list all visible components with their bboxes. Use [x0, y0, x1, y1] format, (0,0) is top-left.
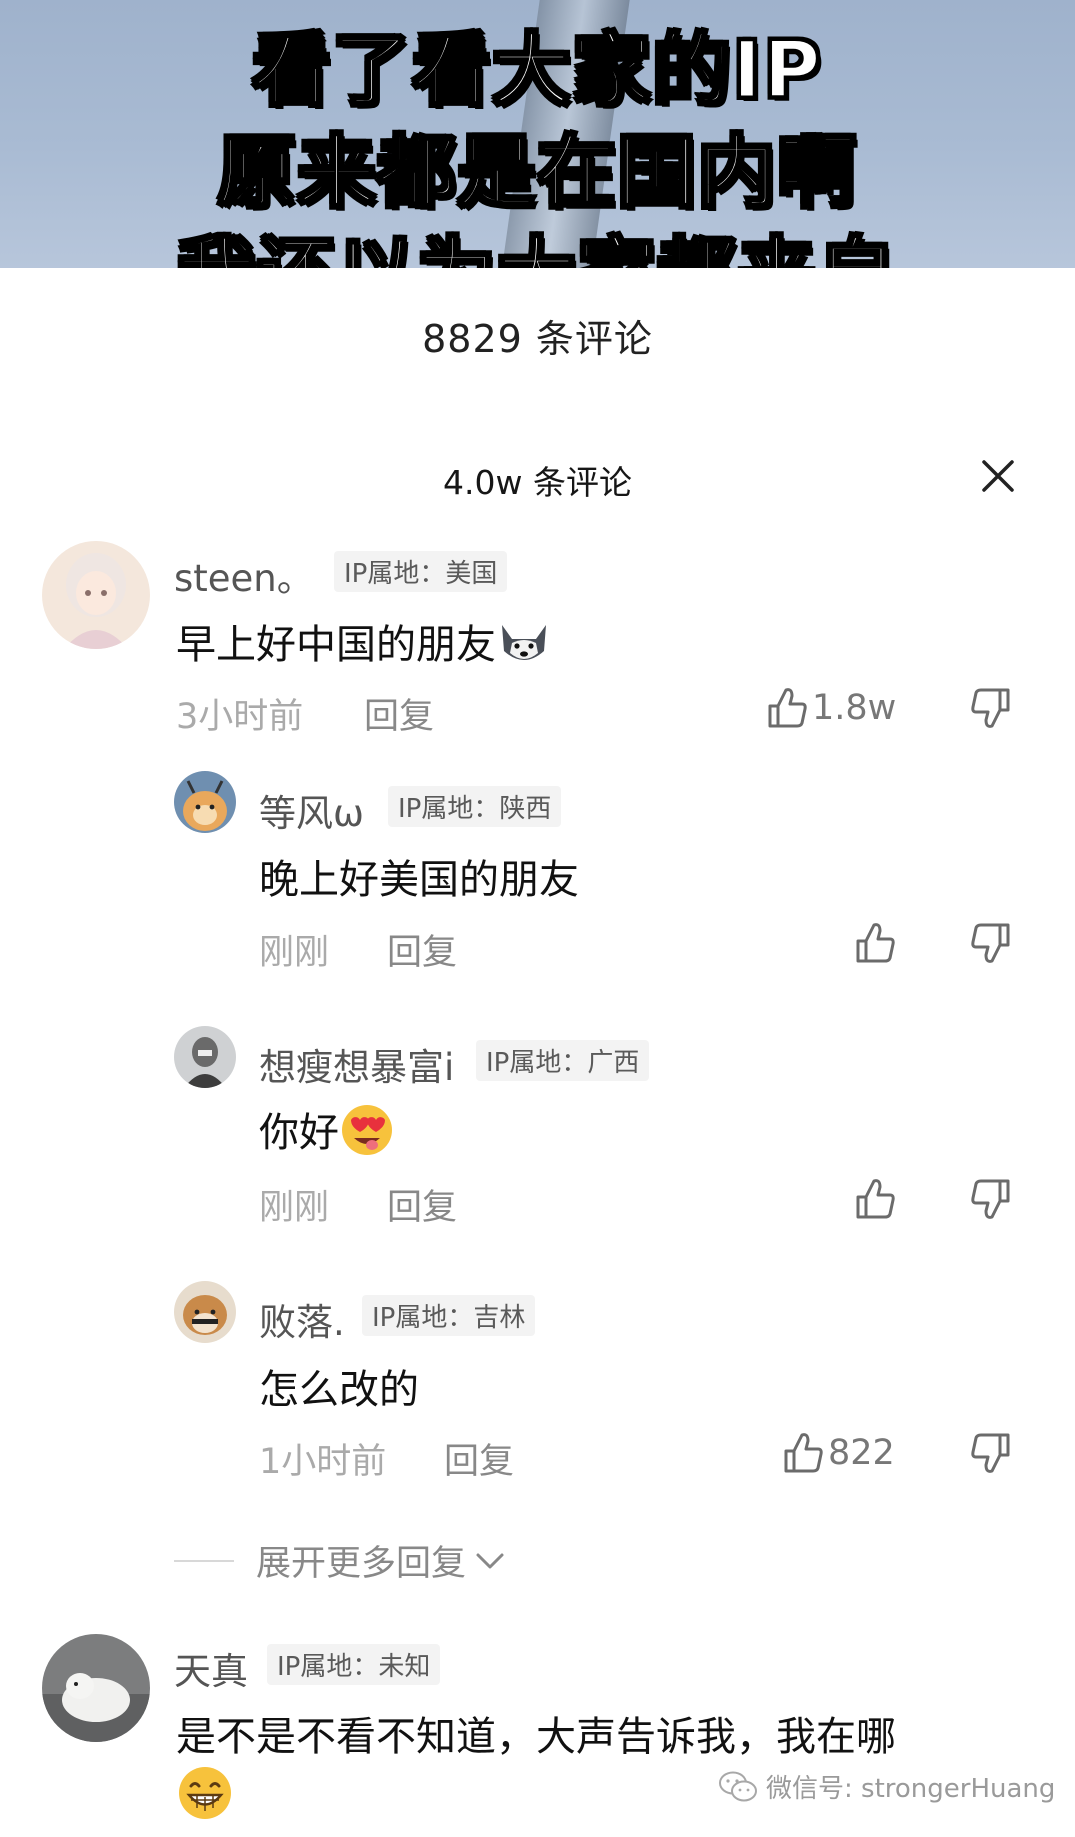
- reply-button[interactable]: 回复: [364, 688, 434, 739]
- ip-location-tag: IP属地：吉林: [362, 1295, 536, 1336]
- thumbs-up-icon: [856, 1179, 895, 1219]
- comment-count-title: 4.0w 条评论: [443, 463, 632, 502]
- ip-location-tag: IP属地：美国: [334, 551, 508, 592]
- like-button[interactable]: [852, 1177, 896, 1221]
- video-frame[interactable]: 看了看大家的IP 原来都是在国内啊 我还以为大家都来自: [0, 0, 1075, 268]
- comment-username[interactable]: steen。: [174, 548, 314, 602]
- avatar[interactable]: [42, 1634, 150, 1742]
- divider: [174, 1559, 234, 1562]
- comment-text: 是不是不看不知道，大声告诉我，我在哪: [176, 1714, 896, 1760]
- video-caption-line-1: 看了看大家的IP: [251, 25, 823, 118]
- thumbs-down-icon[interactable]: [970, 921, 1014, 965]
- thumbs-down-icon[interactable]: [970, 686, 1014, 730]
- watermark-text: 微信号: strongerHuang: [766, 1774, 1056, 1804]
- husky-dog-emoji: [496, 617, 552, 677]
- like-button[interactable]: 822: [780, 1431, 895, 1475]
- comment-text: 早上好中国的朋友: [176, 612, 552, 677]
- like-count: 822: [828, 1433, 895, 1473]
- chevron-down-icon: [476, 1553, 504, 1568]
- ip-location-tag: IP属地：广西: [476, 1040, 650, 1081]
- comment-text: 晚上好美国的朋友: [259, 857, 579, 903]
- watermark: 微信号: strongerHuang: [718, 1768, 1055, 1805]
- video-caption-line-3: 我还以为大家都来自: [0, 212, 1075, 269]
- reply-button[interactable]: 回复: [444, 1433, 514, 1484]
- thumbs-up-icon: [856, 923, 895, 963]
- reply-button[interactable]: 回复: [387, 1179, 457, 1230]
- comment-text: 你好: [259, 1100, 395, 1168]
- thumbs-down-icon[interactable]: [970, 1177, 1014, 1221]
- comment-time: 1小时前: [259, 1442, 387, 1482]
- avatar[interactable]: [174, 1026, 236, 1088]
- expand-label: 展开更多回复: [256, 1544, 467, 1584]
- comment-text-content: 你好: [259, 1110, 339, 1156]
- comment-time: 刚刚: [259, 933, 330, 973]
- close-icon[interactable]: [978, 456, 1018, 496]
- comment-username[interactable]: 败落.: [259, 1292, 345, 1346]
- comment-time: 刚刚: [259, 1188, 330, 1228]
- comment-time: 3小时前: [176, 697, 304, 737]
- avatar[interactable]: [174, 1281, 236, 1343]
- ip-location-tag: IP属地：未知: [267, 1644, 441, 1685]
- comment-username[interactable]: 天真: [174, 1641, 248, 1695]
- comment-text-content: 早上好中国的朋友: [176, 622, 496, 668]
- thumbs-up-icon: [784, 1433, 823, 1473]
- grinning-emoji: [176, 1764, 234, 1826]
- expand-more-replies-button[interactable]: 展开更多回复: [174, 1535, 508, 1586]
- avatar[interactable]: [42, 541, 150, 649]
- comment-username[interactable]: 想瘦想暴富i: [259, 1037, 454, 1091]
- comment-count-old: 8829 条评论: [422, 317, 653, 361]
- thumbs-up-icon: [768, 688, 807, 728]
- avatar[interactable]: [174, 771, 236, 833]
- like-button[interactable]: [852, 921, 896, 965]
- thumbs-down-icon[interactable]: [970, 1431, 1014, 1475]
- wechat-icon: [719, 1771, 757, 1801]
- like-count: 1.8w: [812, 688, 897, 728]
- comment-text: 怎么改的: [259, 1367, 419, 1413]
- ip-location-tag: IP属地：陕西: [388, 786, 562, 827]
- heart-eyes-tongue-emoji: [339, 1102, 395, 1168]
- video-caption-line-2: 原来都是在国内啊: [216, 127, 858, 220]
- like-button[interactable]: 1.8w: [764, 686, 896, 730]
- comment-username[interactable]: 等风ω: [259, 783, 364, 837]
- reply-button[interactable]: 回复: [387, 924, 457, 975]
